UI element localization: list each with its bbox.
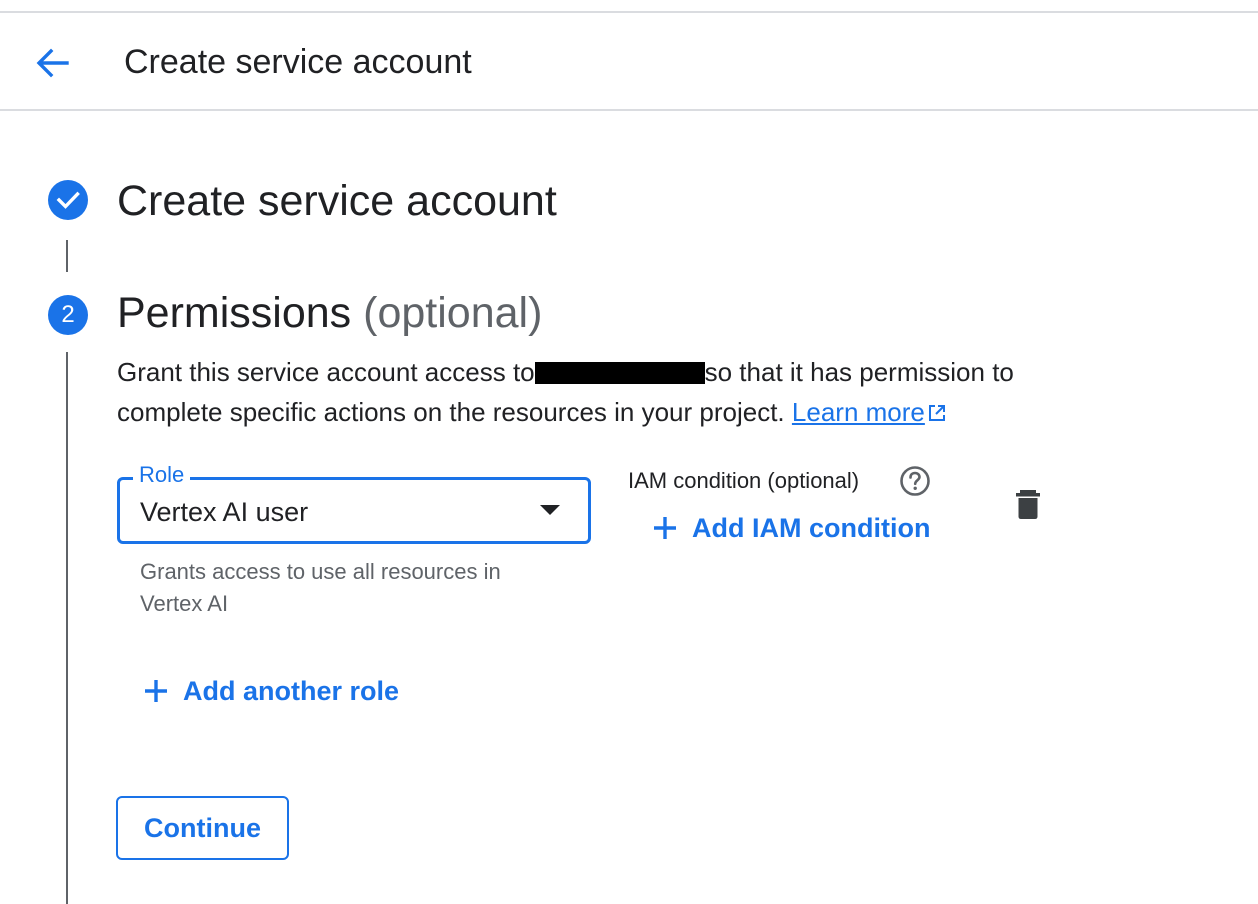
add-iam-condition-label: Add IAM condition bbox=[692, 512, 931, 543]
learn-more-link[interactable]: Learn more bbox=[792, 397, 947, 427]
step-2-title-text: Permissions bbox=[117, 289, 352, 337]
step-2-title: Permissions (optional) bbox=[117, 287, 542, 339]
step-2-number-badge: 2 bbox=[48, 295, 88, 335]
check-icon bbox=[56, 191, 80, 209]
add-another-role-label: Add another role bbox=[183, 675, 400, 706]
redacted-project-name bbox=[534, 362, 705, 384]
back-button[interactable] bbox=[26, 41, 78, 85]
iam-condition-label: IAM condition (optional) bbox=[628, 468, 860, 493]
help-icon[interactable] bbox=[899, 465, 931, 497]
plus-icon bbox=[654, 517, 676, 539]
step-1-title[interactable]: Create service account bbox=[117, 175, 557, 227]
role-field-label: Role bbox=[133, 461, 191, 489]
add-iam-condition-button[interactable]: Add IAM condition bbox=[652, 510, 930, 546]
page-title: Create service account bbox=[124, 43, 472, 81]
learn-more-label: Learn more bbox=[791, 397, 925, 427]
page-header: Create service account bbox=[0, 13, 1258, 111]
step-2-optional-suffix: (optional) bbox=[363, 289, 543, 337]
dropdown-arrow-icon bbox=[540, 505, 560, 515]
step-connector bbox=[66, 240, 68, 272]
role-selected-value: Vertex AI user bbox=[140, 497, 309, 527]
description-text-start: Grant this service account access to bbox=[117, 357, 535, 387]
role-helper-text: Grants access to use all resources in Ve… bbox=[140, 559, 501, 616]
continue-button[interactable]: Continue bbox=[116, 796, 289, 860]
create-service-account-page: Create service account Create service ac… bbox=[0, 0, 1258, 904]
delete-icon[interactable] bbox=[1012, 488, 1044, 520]
arrow-back-icon bbox=[36, 48, 69, 78]
step-1-completed-badge bbox=[48, 180, 88, 220]
step-connector bbox=[66, 352, 68, 904]
plus-icon bbox=[145, 680, 167, 702]
add-another-role-button[interactable]: Add another role bbox=[143, 673, 399, 709]
open-in-new-icon bbox=[928, 405, 945, 421]
permissions-description: Grant this service account access to so t… bbox=[117, 352, 1057, 432]
